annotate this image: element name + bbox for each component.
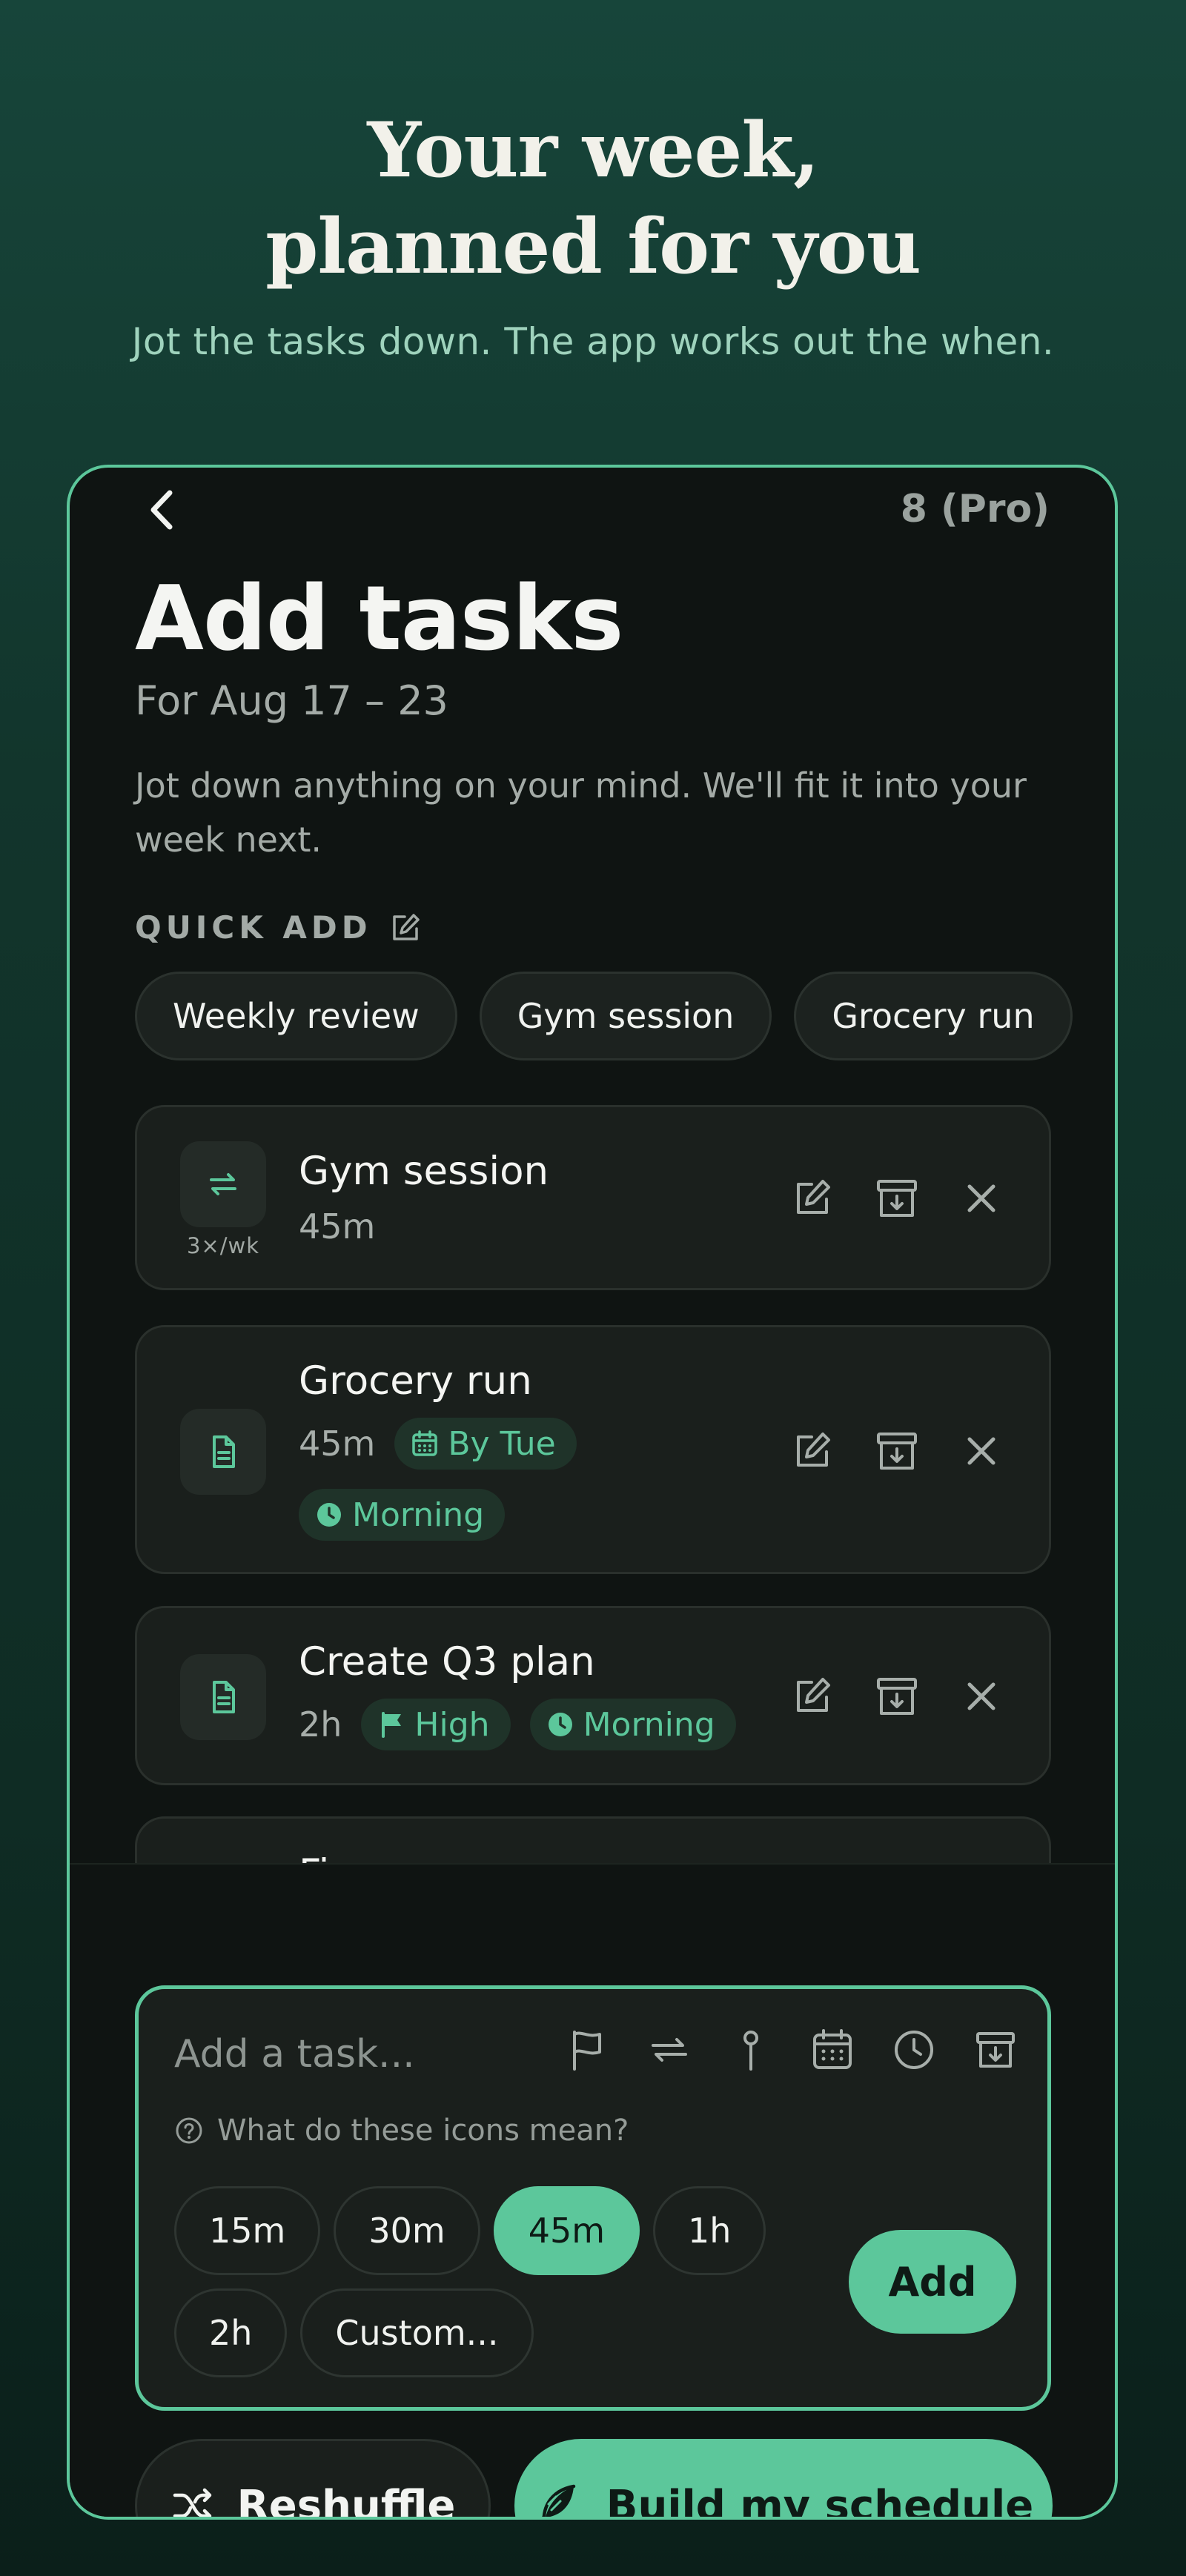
repeat-icon[interactable] (647, 2028, 692, 2072)
quick-add-chip[interactable]: Grocery run (794, 972, 1073, 1060)
clock-icon (317, 1503, 341, 1527)
clock-icon (548, 1713, 572, 1736)
chevron-left-icon[interactable] (140, 484, 185, 536)
archive-icon[interactable] (973, 2028, 1018, 2072)
calendar-icon[interactable] (810, 2028, 855, 2072)
task-card[interactable]: 3×/wk Gym session 45m (135, 1105, 1051, 1290)
document-icon (213, 1681, 235, 1713)
close-icon[interactable] (958, 1673, 1004, 1719)
close-icon[interactable] (958, 1175, 1004, 1221)
quick-add-chip[interactable]: Weekly review (135, 972, 457, 1060)
page-title: Add tasks (135, 568, 623, 671)
composer-icons (566, 2028, 1018, 2072)
task-meta: 45m By Tue (299, 1418, 577, 1470)
reshuffle-label: Reshuffle (236, 2481, 456, 2520)
icons-help-label: What do these icons mean? (217, 2114, 629, 2148)
edit-icon[interactable] (388, 911, 423, 945)
task-duration: 2h (299, 1704, 342, 1745)
hero-title-line2: planned for you (265, 202, 921, 291)
task-title: Grocery run (299, 1358, 532, 1404)
edit-icon[interactable] (789, 1673, 835, 1719)
task-meta: 2h High Morning (299, 1699, 736, 1750)
close-icon[interactable] (958, 1428, 1004, 1474)
flag-icon (382, 1712, 402, 1738)
build-schedule-label: Build my schedule (606, 2481, 1034, 2520)
task-card[interactable]: Create Q3 plan 2h High Morning (135, 1606, 1051, 1785)
task-input[interactable] (174, 2025, 545, 2084)
task-duration: 45m (299, 1206, 376, 1246)
time-of-day-tag-label: Morning (352, 1496, 485, 1534)
task-title: Gym session (299, 1149, 549, 1194)
task-type-badge (180, 1654, 266, 1740)
feather-icon (542, 2484, 576, 2517)
duration-option-30m[interactable]: 30m (334, 2186, 480, 2275)
time-of-day-tag-label: Morning (583, 1705, 715, 1744)
hero-subtitle: Jot the tasks down. The app works out th… (131, 320, 1055, 363)
duration-option-45m[interactable]: 45m (493, 2186, 640, 2275)
quick-add-chips: Weekly review Gym session Grocery run (135, 972, 1073, 1060)
add-task-button[interactable]: Add (849, 2230, 1016, 2334)
build-schedule-button[interactable]: Build my schedule (514, 2439, 1053, 2520)
document-icon (213, 1435, 235, 1468)
icons-help-link[interactable]: What do these icons mean? (174, 2114, 629, 2148)
task-type-badge (180, 1409, 266, 1495)
calendar-icon (412, 1430, 438, 1456)
reshuffle-button[interactable]: Reshuffle (135, 2439, 491, 2520)
duration-option-2h[interactable]: 2h (174, 2288, 288, 2377)
archive-icon[interactable] (874, 1175, 920, 1221)
quick-add-label: QUICK ADD (135, 909, 372, 946)
duration-options: 15m 30m 45m 1h 2h Custom... (174, 2186, 767, 2377)
repeat-icon (210, 1173, 236, 1195)
edit-icon[interactable] (789, 1428, 835, 1474)
archive-icon[interactable] (874, 1428, 920, 1474)
task-composer: What do these icons mean? 15m 30m 45m 1h… (135, 1985, 1051, 2411)
time-of-day-tag[interactable]: Morning (529, 1699, 736, 1750)
task-actions (789, 1673, 1004, 1719)
duration-option-15m[interactable]: 15m (174, 2186, 321, 2275)
task-title: Create Q3 plan (299, 1639, 595, 1684)
quick-add-chip[interactable]: Gym session (479, 972, 772, 1060)
priority-tag[interactable]: High (361, 1699, 511, 1750)
deadline-tag[interactable]: By Tue (394, 1418, 577, 1470)
hero-title-line1: Your week, (367, 106, 819, 195)
help-icon (176, 2117, 202, 2144)
edit-icon[interactable] (789, 1175, 835, 1221)
deadline-tag-label: By Tue (448, 1424, 556, 1463)
time-of-day-tag[interactable]: Morning (299, 1489, 506, 1541)
duration-option-custom[interactable]: Custom... (300, 2288, 534, 2377)
task-actions (789, 1428, 1004, 1474)
page-description: Jot down anything on your mind. We'll fi… (135, 766, 1027, 860)
priority-tag-label: High (414, 1705, 490, 1744)
shuffle-icon (173, 2488, 211, 2517)
task-meta: 45m (299, 1206, 375, 1246)
task-card[interactable]: Grocery run 45m By Tue Morning (135, 1325, 1051, 1574)
task-type-badge (180, 1141, 266, 1227)
task-duration: 45m (299, 1424, 376, 1464)
pin-icon[interactable] (729, 2028, 773, 2072)
hero-title: Your week, planned for you (0, 102, 1186, 295)
clock-icon[interactable] (892, 2028, 936, 2072)
pro-badge[interactable]: 8 (Pro) (901, 487, 1050, 531)
task-meta: Morning (299, 1489, 506, 1541)
archive-icon[interactable] (874, 1673, 920, 1719)
phone-frame: 8 (Pro) Add tasks For Aug 17 – 23 Jot do… (67, 465, 1118, 2520)
task-actions (789, 1175, 1004, 1221)
task-frequency: 3×/wk (186, 1233, 260, 1258)
quick-add-header: QUICK ADD (135, 909, 423, 946)
date-range: For Aug 17 – 23 (135, 677, 448, 724)
flag-icon[interactable] (566, 2028, 610, 2072)
duration-option-1h[interactable]: 1h (653, 2186, 766, 2275)
